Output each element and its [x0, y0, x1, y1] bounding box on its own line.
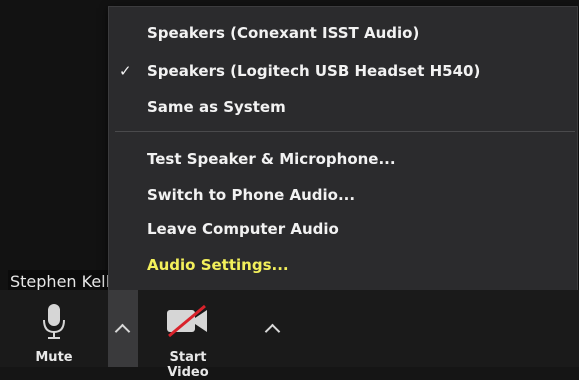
- audio-options-caret-button[interactable]: [108, 290, 138, 367]
- menu-item-label: Speakers (Conexant ISST Audio): [147, 24, 420, 42]
- speaker-option-same-as-system[interactable]: Same as System: [109, 91, 577, 123]
- start-video-button[interactable]: Start Video: [148, 300, 228, 380]
- chevron-up-icon: [114, 323, 131, 340]
- menu-item-label: Test Speaker & Microphone...: [147, 150, 396, 168]
- video-options-caret-button[interactable]: [258, 290, 288, 367]
- menu-item-label: Same as System: [147, 98, 286, 116]
- test-speaker-microphone-item[interactable]: Test Speaker & Microphone...: [109, 143, 577, 175]
- video-off-icon: [167, 304, 207, 338]
- chevron-up-icon: [264, 323, 281, 340]
- menu-item-label: Speakers (Logitech USB Headset H540): [147, 62, 481, 80]
- switch-to-phone-audio-item[interactable]: Switch to Phone Audio...: [109, 179, 577, 211]
- microphone-icon: [43, 304, 65, 339]
- speaker-option-conexant[interactable]: Speakers (Conexant ISST Audio): [109, 17, 577, 49]
- meeting-toolbar: Mute Start Video: [0, 290, 579, 380]
- menu-item-label: Leave Computer Audio: [147, 220, 339, 238]
- audio-settings-item[interactable]: Audio Settings...: [109, 249, 577, 281]
- mute-button[interactable]: Mute: [24, 300, 84, 367]
- checkmark-icon: ✓: [119, 62, 132, 80]
- menu-item-label: Switch to Phone Audio...: [147, 186, 356, 204]
- speaker-option-logitech[interactable]: ✓ Speakers (Logitech USB Headset H540): [109, 55, 577, 87]
- start-video-label: Start Video: [167, 350, 209, 380]
- audio-options-menu: Speakers (Conexant ISST Audio) ✓ Speaker…: [108, 6, 578, 292]
- leave-computer-audio-item[interactable]: Leave Computer Audio: [109, 213, 577, 245]
- menu-divider: [115, 131, 575, 132]
- mute-label: Mute: [35, 350, 73, 365]
- menu-item-label: Audio Settings...: [147, 256, 289, 274]
